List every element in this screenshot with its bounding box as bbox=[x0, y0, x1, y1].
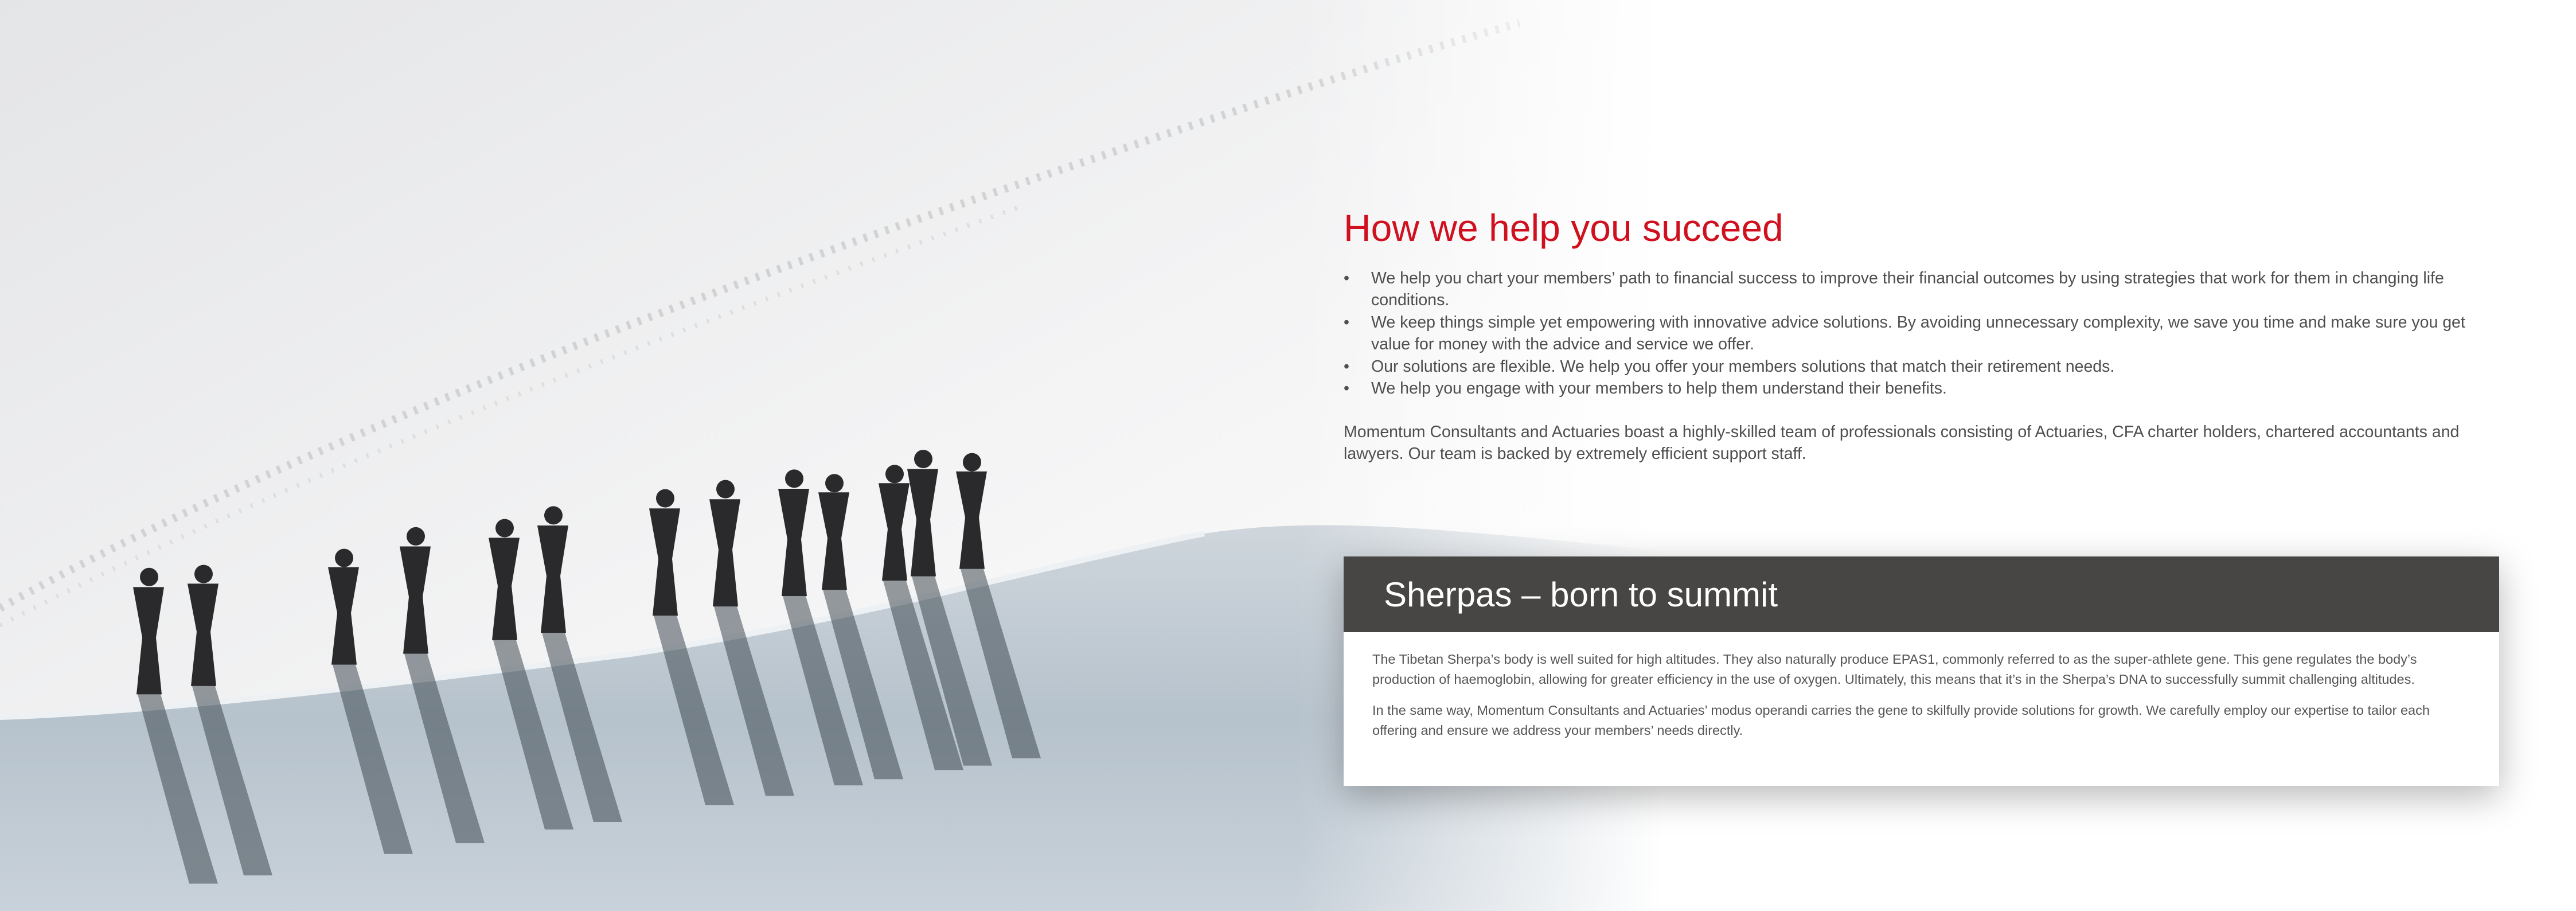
bullet-icon: • bbox=[1344, 313, 1349, 332]
card-paragraph: The Tibetan Sherpa’s body is well suited… bbox=[1372, 652, 2417, 687]
team-paragraph: Momentum Consultants and Actuaries boast… bbox=[1344, 422, 2460, 464]
card-header: Sherpas – born to summit bbox=[1344, 556, 2499, 632]
page-heading: How we help you succeed bbox=[1344, 207, 1783, 249]
list-item-text: Our solutions are flexible. We help you … bbox=[1371, 357, 2115, 376]
card-title: Sherpas – born to summit bbox=[1384, 575, 1778, 614]
main-content: How we help you succeed • We help you cha… bbox=[1344, 207, 2499, 465]
card-paragraph: In the same way, Momentum Consultants an… bbox=[1372, 703, 2430, 738]
list-item: • We help you chart your members’ path to… bbox=[1344, 267, 2499, 312]
list-item-text: We help you engage with your members to … bbox=[1371, 379, 1947, 398]
bullet-icon: • bbox=[1344, 357, 1349, 376]
bullet-icon: • bbox=[1344, 379, 1349, 398]
list-item: • We help you engage with your members to… bbox=[1344, 377, 2499, 400]
bullet-icon: • bbox=[1344, 268, 1349, 287]
list-item: • Our solutions are flexible. We help you… bbox=[1344, 356, 2499, 378]
list-item: • We keep things simple yet empowering wi… bbox=[1344, 312, 2499, 356]
sherpas-info-card: Sherpas – born to summit The Tibetan She… bbox=[1344, 556, 2499, 786]
list-item-text: We keep things simple yet empowering wit… bbox=[1371, 313, 2465, 354]
list-item-text: We help you chart your members’ path to … bbox=[1371, 268, 2444, 310]
card-body: The Tibetan Sherpa’s body is well suited… bbox=[1344, 632, 2499, 740]
benefits-list: • We help you chart your members’ path to… bbox=[1344, 267, 2499, 400]
